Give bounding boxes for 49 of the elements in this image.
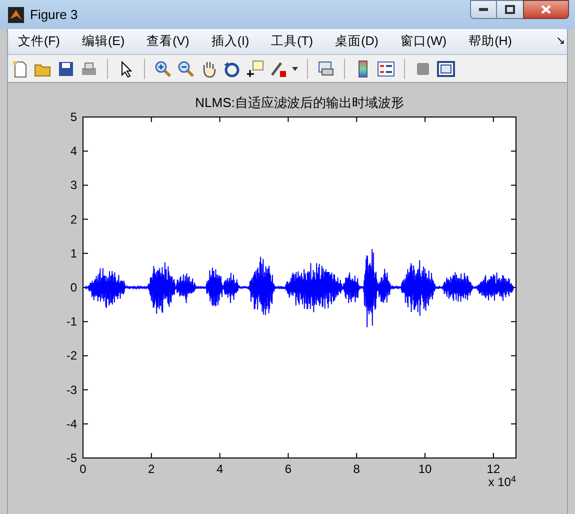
y-tick-label: -3 [66, 382, 77, 397]
data-cursor-icon[interactable] [246, 60, 264, 78]
maximize-button[interactable] [497, 0, 523, 19]
close-icon [541, 5, 551, 14]
x-tick-label: 0 [80, 462, 86, 476]
save-icon[interactable] [57, 60, 75, 78]
x-tick-label: 10 [418, 462, 432, 476]
dropdown-caret-icon[interactable] [292, 66, 298, 70]
y-tick-label: -1 [66, 314, 77, 329]
x-tick-label: 8 [353, 462, 360, 476]
x-tick-label: 6 [284, 462, 292, 476]
printer-icon[interactable] [80, 60, 98, 78]
app-icon [8, 6, 24, 22]
zoom-in-icon[interactable] [154, 60, 172, 78]
y-tick-label: 5 [70, 110, 77, 124]
menu-item[interactable]: 工具(T) [266, 32, 318, 51]
minimize-button[interactable] [470, 0, 497, 19]
chart-title: NLMS:自适应滤波后的输出时域波形 [195, 95, 404, 110]
menu-item[interactable]: 查看(V) [142, 32, 194, 51]
menu-item[interactable]: 帮助(H) [464, 32, 517, 51]
legend-icon[interactable] [377, 60, 395, 78]
minimize-icon [479, 8, 488, 11]
link-plot-icon[interactable] [317, 60, 335, 78]
restore-icon [505, 5, 515, 14]
y-tick-label: -5 [66, 451, 77, 465]
y-tick-label: 4 [70, 144, 77, 158]
x-tick-label: 2 [148, 462, 155, 476]
y-tick-label: 0 [70, 280, 77, 294]
y-tick-label: 2 [70, 212, 77, 226]
x-tick-label: 4 [216, 462, 224, 476]
axis-exponent: x 10$^{4}$ [487, 475, 516, 489]
menu-item[interactable]: 插入(I) [206, 32, 254, 51]
rotate-icon[interactable] [223, 60, 241, 78]
menu-item[interactable]: 编辑(E) [76, 32, 130, 51]
panel-icon[interactable] [437, 60, 455, 78]
y-tick-label: -2 [66, 348, 77, 363]
window-title: Figure 3 [30, 6, 78, 24]
menu-item[interactable]: 文件(F) [13, 32, 65, 51]
y-tick-label: 1 [70, 246, 77, 260]
x-tick-label: 12 [486, 462, 500, 476]
menu-item[interactable]: 桌面(D) [330, 32, 384, 51]
zoom-out-icon[interactable] [177, 60, 195, 78]
brush-icon[interactable] [269, 60, 287, 78]
menu-item[interactable]: 窗口(W) [395, 32, 452, 51]
y-tick-label: -4 [66, 416, 77, 431]
y-tick-label: 3 [70, 178, 77, 192]
new-file-icon[interactable] [11, 60, 29, 78]
menu-overflow-arrow[interactable]: ↘ [556, 33, 565, 50]
close-button[interactable] [523, 0, 569, 19]
